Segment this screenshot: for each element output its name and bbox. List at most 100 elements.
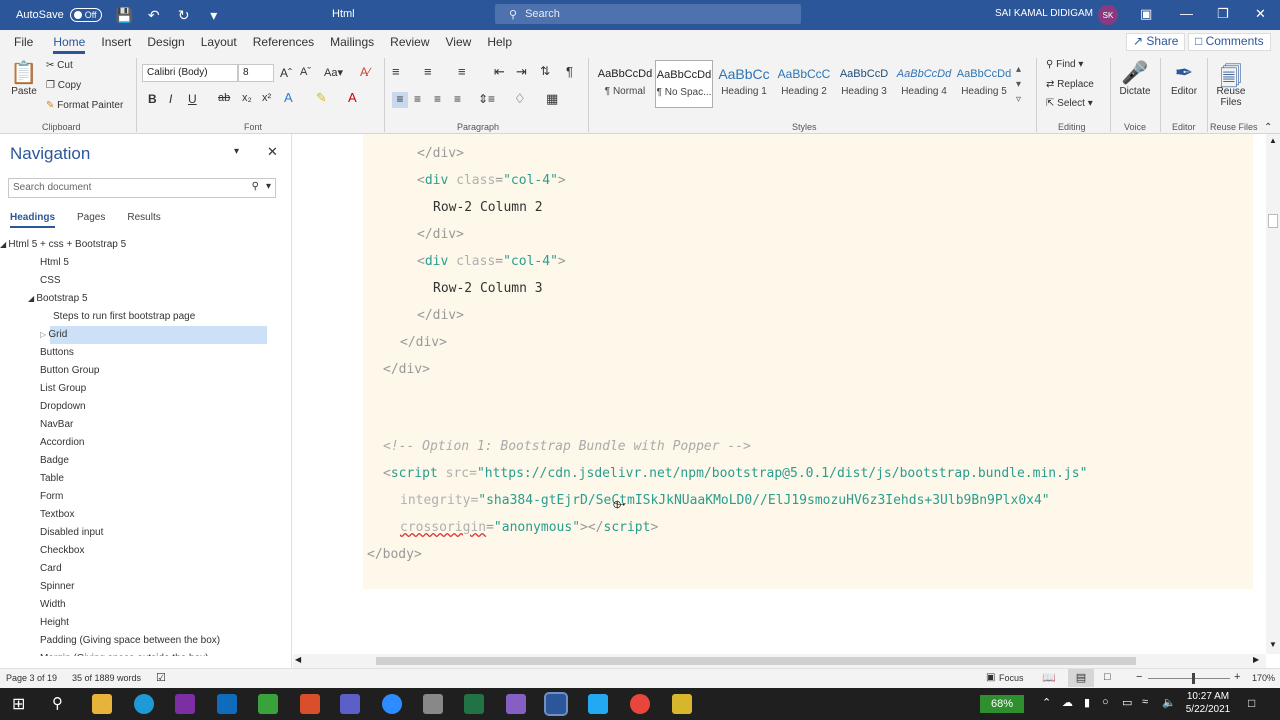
- volume-icon[interactable]: 🔈: [1162, 696, 1176, 709]
- focus-icon[interactable]: ▣: [986, 672, 995, 683]
- heading-item[interactable]: CSS: [0, 272, 292, 290]
- notifications-icon[interactable]: □: [1248, 696, 1255, 710]
- battery-indicator[interactable]: 68%: [980, 695, 1024, 713]
- decrease-indent-icon[interactable]: ⇤: [494, 64, 505, 80]
- chrome-icon[interactable]: [630, 694, 650, 714]
- onedrive-icon[interactable]: ☁: [1062, 696, 1073, 709]
- zoom-slider[interactable]: [1148, 678, 1230, 679]
- heading-item[interactable]: ▷ Grid: [40, 326, 267, 344]
- sort-icon[interactable]: ⇅: [540, 64, 550, 78]
- read-mode-icon[interactable]: 📖: [1042, 671, 1056, 684]
- search-icon[interactable]: ⚲: [252, 181, 259, 192]
- word-count[interactable]: 35 of 1889 words: [72, 673, 141, 683]
- show-marks-icon[interactable]: ¶: [566, 64, 573, 79]
- display-icon[interactable]: ▭: [1122, 696, 1132, 709]
- horizontal-scrollbar[interactable]: ◀ ▶: [293, 654, 1266, 668]
- heading-item[interactable]: NavBar: [0, 416, 292, 434]
- heading-item[interactable]: Button Group: [0, 362, 292, 380]
- heading-item[interactable]: Accordion: [0, 434, 292, 452]
- heading-item[interactable]: Checkbox: [0, 542, 292, 560]
- justify-icon[interactable]: ≡: [454, 92, 461, 106]
- align-center-icon[interactable]: ≡: [414, 92, 421, 106]
- app-icon[interactable]: [672, 694, 692, 714]
- chevron-down-icon[interactable]: ▾: [266, 181, 271, 192]
- tab-help[interactable]: Help: [487, 30, 512, 54]
- style-heading-3[interactable]: AaBbCcD Heading 3: [835, 60, 893, 108]
- align-left-icon[interactable]: ≡: [392, 92, 408, 108]
- vertical-scrollbar[interactable]: ▲ ▼: [1266, 134, 1280, 654]
- teams-icon[interactable]: [340, 694, 360, 714]
- wifi-icon[interactable]: ≈: [1142, 696, 1148, 708]
- tab-mailings[interactable]: Mailings: [330, 30, 374, 54]
- subscript-icon[interactable]: x₂: [242, 92, 252, 104]
- save-icon[interactable]: 💾: [116, 7, 133, 24]
- increase-indent-icon[interactable]: ⇥: [516, 64, 527, 80]
- highlight-icon[interactable]: ✎: [316, 90, 327, 106]
- font-color-icon[interactable]: A: [348, 90, 357, 105]
- zoom-level[interactable]: 170%: [1252, 673, 1275, 683]
- heading-item[interactable]: Width: [0, 596, 292, 614]
- tab-references[interactable]: References: [253, 30, 314, 54]
- strikethrough-icon[interactable]: ab: [218, 92, 230, 104]
- visual-studio-icon[interactable]: [506, 694, 526, 714]
- style-no-spacing[interactable]: AaBbCcDd ¶ No Spac...: [655, 60, 713, 108]
- heading-item[interactable]: ◢ Html 5 + css + Bootstrap 5: [0, 236, 292, 254]
- replace-button[interactable]: ⇄ Replace: [1046, 79, 1094, 90]
- copy-button[interactable]: ❐ Copy: [46, 80, 81, 91]
- scroll-up-icon[interactable]: ▲: [1269, 136, 1277, 145]
- app-icon[interactable]: [423, 694, 443, 714]
- tab-layout[interactable]: Layout: [201, 30, 237, 54]
- heading-item[interactable]: Height: [0, 614, 292, 632]
- tab-insert[interactable]: Insert: [101, 30, 131, 54]
- shading-icon[interactable]: ♢: [514, 91, 526, 107]
- heading-item[interactable]: List Group: [0, 380, 292, 398]
- autosave-toggle[interactable]: Off: [69, 8, 102, 22]
- style-normal[interactable]: AaBbCcDd ¶ Normal: [596, 60, 654, 108]
- close-pane-icon[interactable]: ✕: [267, 144, 278, 160]
- heading-item[interactable]: Steps to run first bootstrap page: [0, 308, 292, 326]
- clock[interactable]: 10:27 AM 5/22/2021: [1180, 690, 1236, 716]
- heading-item[interactable]: Spinner: [0, 578, 292, 596]
- find-button[interactable]: ⚲ Find ▾: [1046, 59, 1083, 70]
- search-document-input[interactable]: Search document ⚲ ▾: [8, 178, 276, 198]
- share-button[interactable]: ↗ Share: [1126, 33, 1186, 51]
- tab-pages[interactable]: Pages: [77, 212, 105, 228]
- print-layout-icon[interactable]: ▤: [1068, 669, 1094, 687]
- heading-item[interactable]: Textbox: [0, 506, 292, 524]
- document-title[interactable]: Html: [332, 8, 355, 20]
- line-spacing-icon[interactable]: ⇕≡: [478, 92, 495, 106]
- shrink-font-icon[interactable]: Aˇ: [300, 66, 311, 78]
- onenote-icon[interactable]: [175, 694, 195, 714]
- word-icon[interactable]: [544, 692, 568, 716]
- scroll-right-icon[interactable]: ▶: [1253, 655, 1259, 664]
- reuse-files-button[interactable]: 🗐 Reuse Files: [1209, 60, 1253, 108]
- pane-options-icon[interactable]: ▾: [234, 146, 239, 157]
- grow-font-icon[interactable]: Aˆ: [280, 66, 292, 80]
- ribbon-display-icon[interactable]: ▣: [1140, 6, 1152, 22]
- tab-headings[interactable]: Headings: [10, 212, 56, 228]
- horizontal-scroll-thumb[interactable]: [376, 657, 1136, 665]
- app-icon[interactable]: [258, 694, 278, 714]
- document-area[interactable]: </div> <div class="col-4"> Row-2 Column …: [293, 134, 1266, 654]
- web-layout-icon[interactable]: □: [1104, 671, 1111, 683]
- superscript-icon[interactable]: x²: [262, 92, 271, 104]
- zoom-out-icon[interactable]: −: [1136, 671, 1142, 683]
- tab-results[interactable]: Results: [127, 212, 160, 228]
- scroll-down-icon[interactable]: ▼: [1269, 640, 1277, 649]
- heading-item[interactable]: Buttons: [0, 344, 292, 362]
- tray-chevron-icon[interactable]: ⌃: [1042, 696, 1051, 709]
- page-count[interactable]: Page 3 of 19: [6, 673, 57, 683]
- user-name[interactable]: SAI KAMAL DIDIGAM: [995, 8, 1093, 19]
- cut-button[interactable]: ✂ Cut: [46, 60, 73, 71]
- focus-label[interactable]: Focus: [999, 673, 1024, 683]
- heading-item[interactable]: Card: [0, 560, 292, 578]
- style-heading-5[interactable]: AaBbCcDd Heading 5: [955, 60, 1013, 108]
- heading-item[interactable]: Badge: [0, 452, 292, 470]
- taskbar-search-icon[interactable]: ⚲: [52, 694, 63, 712]
- paste-button[interactable]: 📋 Paste: [4, 60, 44, 97]
- excel-icon[interactable]: [464, 694, 484, 714]
- multilevel-list-icon[interactable]: ≡: [458, 64, 466, 79]
- code-block[interactable]: </div> <div class="col-4"> Row-2 Column …: [363, 134, 1253, 589]
- heading-item[interactable]: Html 5: [0, 254, 292, 272]
- tab-file[interactable]: File: [14, 30, 33, 54]
